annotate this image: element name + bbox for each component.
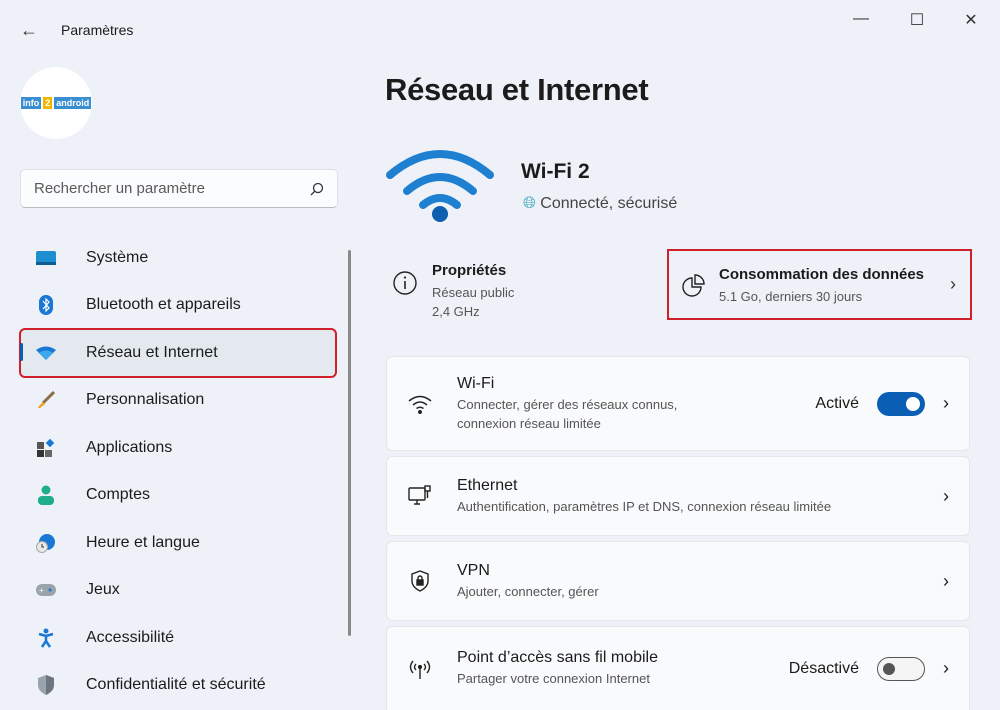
person-icon [34, 485, 58, 506]
network-status: 🌐︎ Connecté, sécurisé [523, 195, 677, 213]
data-usage-button[interactable]: Consommation des données 5.1 Go, dernier… [667, 249, 972, 320]
hotspot-toggle[interactable] [877, 656, 925, 681]
chevron-right-icon: › [950, 274, 956, 294]
chevron-right-icon: › [943, 393, 949, 413]
wifi-state: Activé [815, 394, 859, 412]
hotspot-card[interactable]: Point d’accès sans fil mobile Partager v… [386, 626, 970, 710]
maximize-button[interactable]: ☐ [902, 10, 932, 30]
sidebar-item-label: Personnalisation [86, 391, 205, 409]
app-title: Paramètres [61, 22, 134, 38]
network-name: Wi-Fi 2 [521, 160, 590, 183]
shield-icon [407, 570, 433, 592]
wifi-large-icon [386, 150, 494, 222]
vpn-subtitle: Ajouter, connecter, gérer [457, 583, 599, 599]
accessibility-icon [34, 628, 58, 648]
shield-icon [34, 675, 58, 696]
avatar[interactable]: info 2 android [20, 67, 92, 139]
sidebar-item-confidentialite[interactable]: Confidentialité et sécurité [20, 662, 336, 710]
hotspot-state: Désactivé [788, 659, 859, 677]
sidebar-item-label: Comptes [86, 486, 151, 504]
data-usage-title: Consommation des données [719, 265, 925, 283]
data-usage-subtitle: 5.1 Go, derniers 30 jours [719, 288, 863, 304]
sidebar-item-label: Applications [86, 438, 173, 456]
sidebar-item-label: Accessibilité [86, 628, 175, 646]
ethernet-subtitle: Authentification, paramètres IP et DNS, … [457, 498, 832, 514]
sidebar-scrollbar[interactable] [348, 250, 351, 636]
sidebar-item-systeme[interactable]: Système [20, 234, 336, 282]
brush-icon [34, 390, 58, 410]
properties-network-type: Réseau public [432, 285, 515, 300]
vpn-title: VPN [457, 561, 490, 579]
sidebar-item-bluetooth[interactable]: Bluetooth et appareils [20, 282, 336, 330]
logo: info 2 android [20, 97, 92, 109]
sidebar-item-label: Bluetooth et appareils [86, 296, 241, 314]
chevron-right-icon: › [943, 485, 949, 506]
title-bar: ← Paramètres — ☐ ✕ [0, 0, 1000, 60]
hotspot-title: Point d’accès sans fil mobile [457, 649, 658, 666]
chevron-right-icon: › [943, 658, 949, 678]
sidebar-item-personnalisation[interactable]: Personnalisation [20, 377, 336, 425]
hotspot-icon [407, 658, 433, 680]
vpn-card[interactable]: VPN Ajouter, connecter, gérer › [386, 541, 970, 621]
wifi-subtitle-2: connexion réseau limitée [457, 415, 601, 431]
sidebar-item-label: Jeux [86, 581, 120, 599]
ethernet-card[interactable]: Ethernet Authentification, paramètres IP… [386, 456, 970, 536]
sidebar-item-label: Confidentialité et sécurité [86, 676, 266, 694]
globe-icon: 🌐︎ [523, 195, 536, 212]
search-icon [310, 182, 324, 195]
wifi-icon [407, 394, 433, 414]
sidebar-item-accessibilite[interactable]: Accessibilité [20, 614, 336, 662]
gamepad-icon: + [34, 580, 58, 600]
network-status-text: Connecté, sécurisé [540, 195, 678, 212]
properties-band: 2,4 GHz [432, 304, 480, 319]
wifi-title: Wi-Fi [457, 374, 495, 392]
hotspot-subtitle: Partager votre connexion Internet [457, 671, 650, 686]
sidebar-item-jeux[interactable]: + Jeux [20, 567, 336, 615]
wifi-subtitle: Connecter, gérer des réseaux connus, [457, 396, 678, 412]
minimize-button[interactable]: — [846, 10, 876, 28]
sidebar-item-comptes[interactable]: Comptes [20, 472, 336, 520]
pie-chart-icon [682, 273, 705, 297]
ethernet-title: Ethernet [457, 476, 518, 494]
info-icon [393, 271, 417, 295]
sidebar-item-reseau[interactable]: Réseau et Internet [19, 328, 337, 378]
wifi-card[interactable]: Wi-Fi Connecter, gérer des réseaux connu… [386, 356, 970, 451]
wifi-icon [34, 343, 58, 363]
sidebar-item-applications[interactable]: Applications [20, 424, 336, 472]
chevron-right-icon: › [943, 570, 949, 591]
properties-button[interactable]: Propriétés Réseau public 2,4 GHz [392, 262, 514, 321]
close-button[interactable]: ✕ [956, 10, 986, 30]
properties-title: Propriétés [432, 262, 507, 279]
ethernet-icon [407, 485, 433, 507]
clock-globe-icon [34, 533, 58, 553]
page-title: Réseau et Internet [385, 72, 649, 107]
sidebar-item-label: Réseau et Internet [86, 343, 218, 361]
sidebar-item-heure[interactable]: Heure et langue [20, 519, 336, 567]
search-placeholder: Rechercher un paramètre [34, 180, 205, 197]
monitor-icon [34, 248, 58, 268]
apps-icon [34, 438, 58, 458]
sidebar-item-label: Heure et langue [86, 533, 200, 551]
back-button[interactable]: ← [20, 20, 38, 41]
search-input[interactable]: Rechercher un paramètre [20, 169, 338, 208]
bluetooth-icon [34, 295, 58, 316]
sidebar-item-label: Système [86, 248, 149, 266]
sidebar-nav: Système Bluetooth et appareils Réseau et… [19, 234, 337, 710]
wifi-toggle[interactable] [877, 391, 925, 416]
svg-text:+: + [39, 586, 44, 595]
